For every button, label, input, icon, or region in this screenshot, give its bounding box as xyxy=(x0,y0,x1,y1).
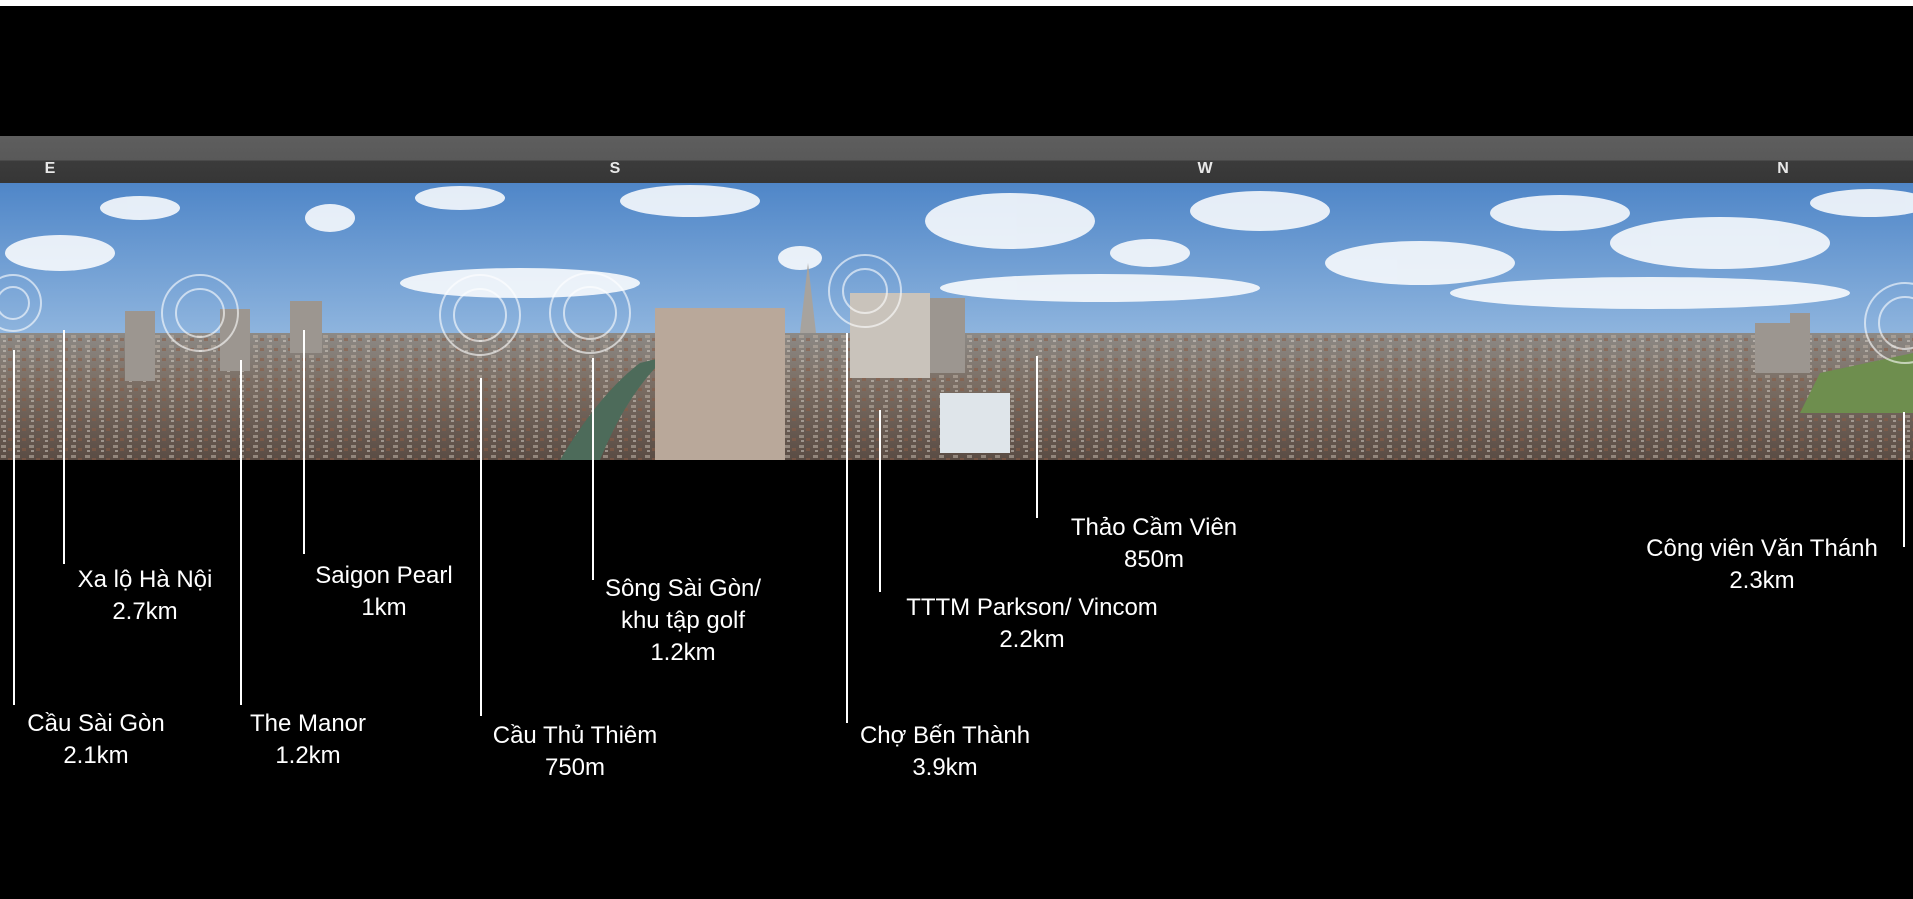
landmark-distance: 2.7km xyxy=(112,598,178,625)
landmark-label-the-manor: The Manor 1.2km xyxy=(250,708,366,772)
panorama-image[interactable] xyxy=(0,183,1913,460)
landmark-name: Xa lộ Hà Nội xyxy=(77,566,213,593)
landmark-name: Saigon Pearl xyxy=(315,562,453,589)
landmark-name: Chợ Bến Thành xyxy=(859,722,1031,749)
landmark-label-cau-thu-thiem: Cầu Thủ Thiêm 750m xyxy=(493,720,658,784)
leader-line-saigon-pearl xyxy=(303,330,305,554)
leader-line-tttm-parkson xyxy=(879,410,881,592)
leader-line-cho-ben-thanh xyxy=(846,333,848,723)
landmark-label-song-sai-gon: Sông Sài Gòn/ khu tập golf 1.2km xyxy=(605,573,761,669)
compass-south-marker: S xyxy=(609,160,621,177)
landmark-name: TTTM Parkson/ Vincom xyxy=(906,594,1158,621)
landmark-label-tttm-parkson-vincom: TTTM Parkson/ Vincom 2.2km xyxy=(906,592,1158,656)
compass-west-marker: W xyxy=(1197,160,1213,177)
leader-line-cau-thu-thiem xyxy=(480,378,482,716)
landmark-label-xa-lo-ha-noi: Xa lộ Hà Nội 2.7km xyxy=(78,564,213,628)
leader-line-the-manor xyxy=(240,360,242,705)
landmark-distance: 2.3km xyxy=(1729,567,1795,594)
leader-line-xa-lo-ha-noi xyxy=(63,330,65,564)
landmark-distance: 850m xyxy=(1123,546,1185,573)
compass-north-marker: N xyxy=(1777,160,1789,177)
landmark-name: Sông Sài Gòn/ xyxy=(604,575,762,602)
landmark-label-cho-ben-thanh: Chợ Bến Thành 3.9km xyxy=(860,720,1030,784)
landmark-name: Thảo Cầm Viên xyxy=(1070,514,1238,541)
landmark-distance: 1.2km xyxy=(275,742,341,769)
landmark-distance: 1km xyxy=(361,594,407,621)
landmark-name: Công viên Văn Thánh xyxy=(1646,535,1878,562)
landmark-name: Cầu Thủ Thiêm xyxy=(492,722,658,749)
leader-line-thao-cam-vien xyxy=(1036,356,1038,518)
landmark-label-thao-cam-vien: Thảo Cầm Viên 850m xyxy=(1071,512,1237,576)
landmark-label-saigon-pearl: Saigon Pearl 1km xyxy=(315,560,452,624)
landmark-name: The Manor xyxy=(249,710,367,737)
landmark-distance: 750m xyxy=(544,754,606,781)
compass-bar xyxy=(0,136,1913,183)
landmark-distance: 2.1km xyxy=(63,742,129,769)
landmark-label-cong-vien-van-thanh: Công viên Văn Thánh 2.3km xyxy=(1646,533,1878,597)
leader-line-cong-vien-van-thanh xyxy=(1903,412,1905,547)
landmark-name-line2: khu tập golf xyxy=(620,607,746,634)
landmark-label-cau-sai-gon: Cầu Sài Gòn 2.1km xyxy=(27,708,164,772)
leader-line-song-sai-gon xyxy=(592,358,594,580)
landmark-distance: 2.2km xyxy=(999,626,1065,653)
landmark-name: Cầu Sài Gòn xyxy=(27,710,165,737)
leader-line-cau-sai-gon xyxy=(13,350,15,705)
landmark-distance: 1.2km xyxy=(650,639,716,666)
landmark-distance: 3.9km xyxy=(912,754,978,781)
top-edge-strip xyxy=(0,0,1913,6)
compass-east-marker: E xyxy=(44,160,56,177)
